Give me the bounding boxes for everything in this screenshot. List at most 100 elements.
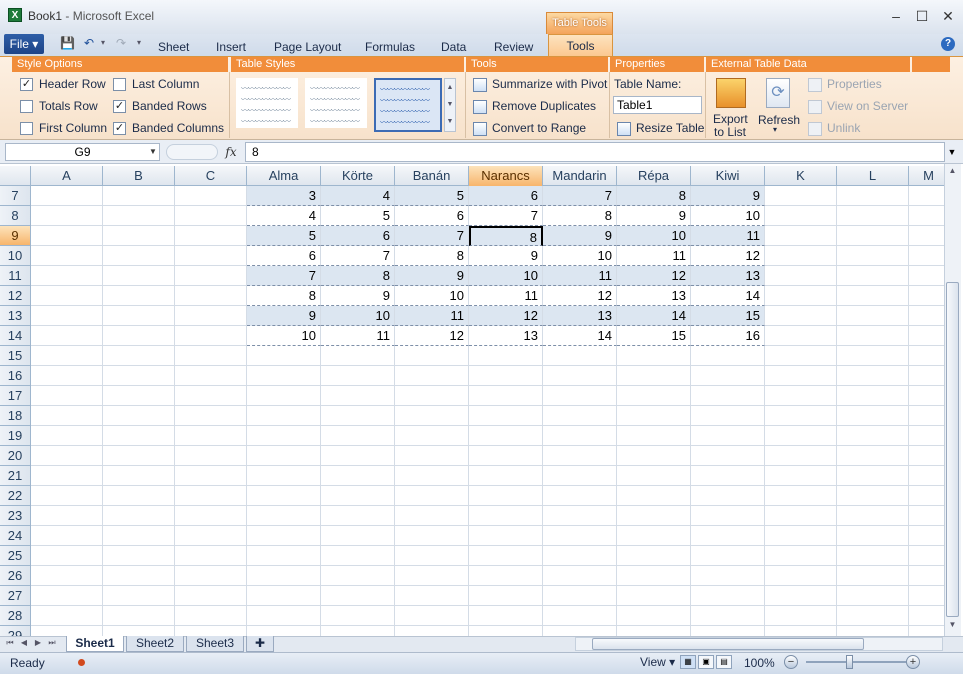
cell[interactable] <box>103 206 175 226</box>
cell[interactable] <box>765 286 837 306</box>
cell[interactable] <box>321 606 395 626</box>
cell[interactable] <box>103 466 175 486</box>
expand-formula-bar-icon[interactable]: ▼ <box>946 143 958 161</box>
cell[interactable] <box>469 446 543 466</box>
cell[interactable] <box>765 406 837 426</box>
row-header[interactable]: 26 <box>0 566 31 586</box>
cell[interactable] <box>469 626 543 636</box>
row-header[interactable]: 13 <box>0 306 31 326</box>
table-styles-scroll[interactable]: ▲ ▼ ▼ <box>444 78 456 132</box>
cell[interactable] <box>617 486 691 506</box>
cell[interactable] <box>395 466 469 486</box>
cell[interactable]: 7 <box>321 246 395 266</box>
refresh-button[interactable]: Refresh <box>758 113 800 127</box>
table-style-swatch-selected[interactable]: 〰〰〰〰〰〰〰〰〰〰〰〰〰〰〰〰〰〰〰〰〰〰〰〰〰〰〰〰〰〰〰〰 <box>374 78 442 132</box>
cell[interactable] <box>909 426 944 446</box>
help-icon[interactable]: ? <box>941 37 955 51</box>
totals-row-checkbox[interactable] <box>20 100 33 113</box>
last-sheet-icon[interactable]: ⏭ <box>46 637 58 649</box>
cell[interactable] <box>691 366 765 386</box>
cell[interactable] <box>321 346 395 366</box>
cell[interactable]: 11 <box>321 326 395 346</box>
cell[interactable] <box>691 466 765 486</box>
cell[interactable]: 11 <box>543 266 617 286</box>
cell[interactable] <box>765 266 837 286</box>
cell[interactable] <box>31 526 103 546</box>
cell[interactable] <box>837 246 909 266</box>
cell[interactable] <box>909 546 944 566</box>
cell[interactable] <box>765 526 837 546</box>
cell[interactable] <box>691 486 765 506</box>
cell[interactable] <box>31 246 103 266</box>
cell[interactable] <box>543 446 617 466</box>
cell[interactable] <box>321 546 395 566</box>
cell[interactable] <box>247 506 321 526</box>
cell[interactable]: 7 <box>469 206 543 226</box>
export-to-list-icon[interactable] <box>716 78 746 108</box>
cell[interactable]: 11 <box>691 226 765 246</box>
row-header[interactable]: 20 <box>0 446 31 466</box>
insert-sheet-icon[interactable]: ✚ <box>246 636 274 652</box>
selected-cell[interactable]: 8 <box>469 226 543 246</box>
cell[interactable] <box>543 346 617 366</box>
cell[interactable] <box>691 346 765 366</box>
cell[interactable] <box>765 586 837 606</box>
cell[interactable] <box>765 546 837 566</box>
cell[interactable] <box>543 406 617 426</box>
cell[interactable] <box>247 486 321 506</box>
insert-function-icon[interactable]: fx <box>222 143 240 161</box>
cell[interactable]: 7 <box>395 226 469 246</box>
cell[interactable] <box>395 406 469 426</box>
cell[interactable] <box>103 486 175 506</box>
cell[interactable] <box>909 286 944 306</box>
column-header[interactable]: Mandarin <box>543 166 617 186</box>
cell[interactable] <box>691 606 765 626</box>
cell[interactable]: 11 <box>395 306 469 326</box>
cell[interactable] <box>909 486 944 506</box>
cell[interactable]: 9 <box>617 206 691 226</box>
cell[interactable] <box>395 486 469 506</box>
cell[interactable] <box>909 466 944 486</box>
cell[interactable] <box>837 406 909 426</box>
cell[interactable] <box>103 626 175 636</box>
cell[interactable] <box>837 386 909 406</box>
cell[interactable] <box>617 406 691 426</box>
column-header[interactable]: L <box>837 166 909 186</box>
cell[interactable] <box>469 426 543 446</box>
cell[interactable] <box>543 426 617 446</box>
cell[interactable] <box>765 426 837 446</box>
cell[interactable] <box>765 626 837 636</box>
cell[interactable] <box>765 246 837 266</box>
cell[interactable] <box>321 386 395 406</box>
cell[interactable] <box>837 206 909 226</box>
cell[interactable]: 8 <box>247 286 321 306</box>
cell[interactable] <box>837 546 909 566</box>
undo-dropdown-icon[interactable]: ▾ <box>96 36 110 50</box>
cell[interactable] <box>837 586 909 606</box>
column-header[interactable]: Kiwi <box>691 166 765 186</box>
cell[interactable] <box>175 386 247 406</box>
cell[interactable] <box>31 226 103 246</box>
cell[interactable] <box>469 466 543 486</box>
cell[interactable] <box>765 566 837 586</box>
cell[interactable]: 9 <box>321 286 395 306</box>
undo-icon[interactable]: ↶ <box>82 36 96 50</box>
scroll-down-icon[interactable]: ▼ <box>445 96 455 113</box>
cell[interactable] <box>837 286 909 306</box>
convert-to-range-button[interactable]: Convert to Range <box>492 121 586 135</box>
cell[interactable]: 4 <box>247 206 321 226</box>
cell[interactable] <box>175 286 247 306</box>
banded-columns-checkbox[interactable]: ✓ <box>113 122 126 135</box>
tab-tools[interactable]: Tools <box>548 34 613 56</box>
cell[interactable] <box>837 186 909 206</box>
cell[interactable] <box>321 566 395 586</box>
customize-qat-icon[interactable]: ▾ <box>132 36 146 50</box>
row-header[interactable]: 14 <box>0 326 31 346</box>
cell[interactable] <box>321 506 395 526</box>
cell[interactable] <box>837 506 909 526</box>
cell[interactable] <box>175 246 247 266</box>
cell[interactable] <box>395 526 469 546</box>
cell[interactable] <box>691 546 765 566</box>
cell[interactable] <box>247 566 321 586</box>
column-header[interactable]: Körte <box>321 166 395 186</box>
